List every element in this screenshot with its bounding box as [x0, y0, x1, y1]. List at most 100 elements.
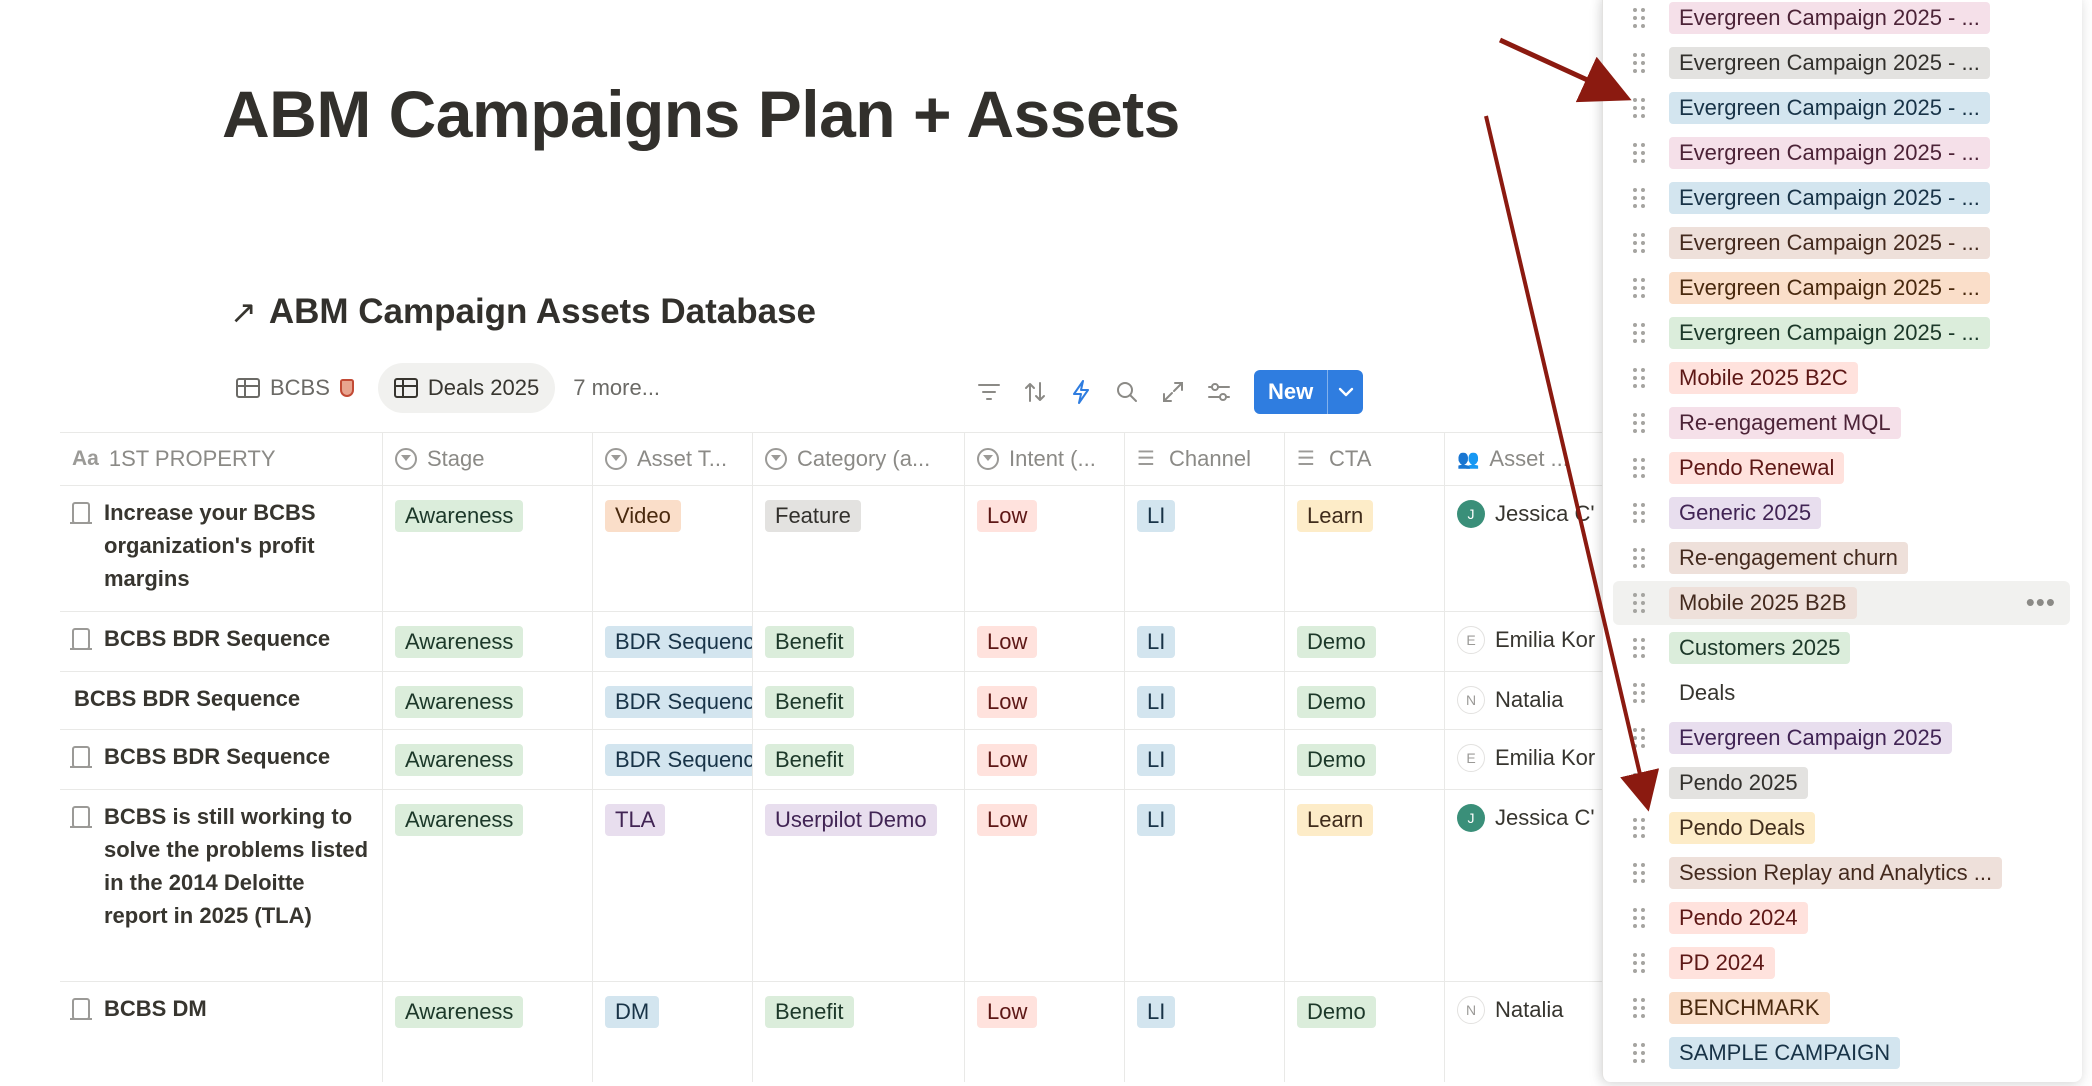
campaign-option[interactable]: Session Replay and Analytics ... — [1613, 851, 2070, 895]
chevron-down-icon[interactable] — [1327, 370, 1363, 414]
column-header-channel[interactable]: ☰ Channel — [1124, 433, 1284, 485]
channel-cell[interactable]: LI — [1124, 672, 1284, 729]
drag-handle-icon[interactable] — [1633, 188, 1645, 208]
drag-handle-icon[interactable] — [1633, 8, 1645, 28]
cta-cell[interactable]: Demo — [1284, 612, 1444, 671]
drag-handle-icon[interactable] — [1633, 143, 1645, 163]
drag-handle-icon[interactable] — [1633, 368, 1645, 388]
drag-handle-icon[interactable] — [1633, 53, 1645, 73]
sort-icon[interactable] — [1018, 375, 1052, 409]
campaign-option[interactable]: Evergreen Campaign 2025 - ... — [1613, 221, 2070, 265]
owner-cell[interactable]: J Jessica C' — [1444, 790, 1620, 981]
campaign-option[interactable]: Evergreen Campaign 2025 - ... — [1613, 86, 2070, 130]
cta-cell[interactable]: Demo — [1284, 730, 1444, 789]
category-cell[interactable]: Benefit — [752, 982, 964, 1082]
table-row[interactable]: Increase your BCBS organization's profit… — [60, 486, 1620, 612]
stage-cell[interactable]: Awareness — [382, 730, 592, 789]
campaign-option[interactable]: Mobile 2025 B2C — [1613, 356, 2070, 400]
stage-cell[interactable]: Awareness — [382, 672, 592, 729]
automation-bolt-icon[interactable] — [1064, 375, 1098, 409]
campaign-option[interactable]: Pendo Renewal — [1613, 446, 2070, 490]
drag-handle-icon[interactable] — [1633, 818, 1645, 838]
column-header-stage[interactable]: Stage — [382, 433, 592, 485]
tab-deals-2025[interactable]: Deals 2025 — [377, 363, 556, 413]
campaign-option[interactable]: Generic 2025 — [1613, 491, 2070, 535]
asset-type-cell[interactable]: BDR Sequence — [592, 730, 752, 789]
campaign-option[interactable]: Evergreen Campaign 2025 - ... — [1613, 131, 2070, 175]
intent-cell[interactable]: Low — [964, 790, 1124, 981]
name-cell[interactable]: BCBS DM — [60, 982, 382, 1082]
asset-type-cell[interactable]: BDR Sequence — [592, 612, 752, 671]
stage-cell[interactable]: Awareness — [382, 790, 592, 981]
category-cell[interactable]: Userpilot Demo — [752, 790, 964, 981]
tab-bcbs[interactable]: BCBS — [220, 363, 370, 413]
table-row[interactable]: BCBS is still working to solve the probl… — [60, 790, 1620, 982]
drag-handle-icon[interactable] — [1633, 953, 1645, 973]
channel-cell[interactable]: LI — [1124, 790, 1284, 981]
campaign-option[interactable]: Evergreen Campaign 2025 - ... — [1613, 41, 2070, 85]
campaign-option[interactable]: Re-engagement churn — [1613, 536, 2070, 580]
intent-cell[interactable]: Low — [964, 730, 1124, 789]
drag-handle-icon[interactable] — [1633, 728, 1645, 748]
category-cell[interactable]: Benefit — [752, 730, 964, 789]
campaign-option[interactable]: Evergreen Campaign 2025 - ... — [1613, 0, 2070, 40]
owner-cell[interactable]: N Natalia — [1444, 672, 1620, 729]
campaign-option[interactable]: SAMPLE CAMPAIGN — [1613, 1031, 2070, 1075]
drag-handle-icon[interactable] — [1633, 323, 1645, 343]
column-header-cta[interactable]: ☰ CTA — [1284, 433, 1444, 485]
table-row[interactable]: BCBS BDR Sequence Awareness BDR Sequence… — [60, 672, 1620, 730]
asset-type-cell[interactable]: Video — [592, 486, 752, 611]
campaign-option[interactable]: Customers 2025 — [1613, 626, 2070, 670]
intent-cell[interactable]: Low — [964, 612, 1124, 671]
campaign-option[interactable]: Deals — [1613, 671, 2070, 715]
campaign-option[interactable]: Evergreen Campaign 2025 - ... — [1613, 176, 2070, 220]
category-cell[interactable]: Benefit — [752, 672, 964, 729]
name-cell[interactable]: BCBS BDR Sequence — [60, 612, 382, 671]
campaign-option[interactable]: PD 2024 — [1613, 941, 2070, 985]
campaign-options-menu[interactable]: Evergreen Campaign 2025 - ... Evergreen C… — [1602, 0, 2082, 1082]
stage-cell[interactable]: Awareness — [382, 486, 592, 611]
category-cell[interactable]: Feature — [752, 486, 964, 611]
column-header-name[interactable]: Aa 1ST PROPERTY — [60, 433, 382, 485]
channel-cell[interactable]: LI — [1124, 982, 1284, 1082]
campaign-option[interactable]: Pendo 2025 — [1613, 761, 2070, 805]
campaign-option[interactable]: Evergreen Campaign 2025 — [1613, 716, 2070, 760]
channel-cell[interactable]: LI — [1124, 612, 1284, 671]
stage-cell[interactable]: Awareness — [382, 982, 592, 1082]
owner-cell[interactable]: J Jessica C' — [1444, 486, 1620, 611]
asset-type-cell[interactable]: DM — [592, 982, 752, 1082]
owner-cell[interactable]: E Emilia Kor — [1444, 612, 1620, 671]
name-cell[interactable]: BCBS is still working to solve the probl… — [60, 790, 382, 981]
drag-handle-icon[interactable] — [1633, 638, 1645, 658]
settings-sliders-icon[interactable] — [1202, 375, 1236, 409]
campaign-option[interactable]: Mobile 2025 B2B ••• — [1613, 581, 2070, 625]
drag-handle-icon[interactable] — [1633, 863, 1645, 883]
drag-handle-icon[interactable] — [1633, 908, 1645, 928]
intent-cell[interactable]: Low — [964, 672, 1124, 729]
column-header-asset-owner[interactable]: 👥 Asset ... — [1444, 433, 1620, 485]
filter-icon[interactable] — [972, 375, 1006, 409]
drag-handle-icon[interactable] — [1633, 1043, 1645, 1063]
campaign-option[interactable]: Evergreen Campaign 2025 - ... — [1613, 311, 2070, 355]
drag-handle-icon[interactable] — [1633, 278, 1645, 298]
cta-cell[interactable]: Demo — [1284, 672, 1444, 729]
intent-cell[interactable]: Low — [964, 982, 1124, 1082]
campaign-option[interactable]: BENCHMARK — [1613, 986, 2070, 1030]
drag-handle-icon[interactable] — [1633, 773, 1645, 793]
drag-handle-icon[interactable] — [1633, 98, 1645, 118]
table-row[interactable]: BCBS DM Awareness DM Benefit Low LI Demo… — [60, 982, 1620, 1082]
drag-handle-icon[interactable] — [1633, 233, 1645, 253]
cta-cell[interactable]: Learn — [1284, 486, 1444, 611]
table-row[interactable]: BCBS BDR Sequence Awareness BDR Sequence… — [60, 730, 1620, 790]
name-cell[interactable]: BCBS BDR Sequence — [60, 730, 382, 789]
stage-cell[interactable]: Awareness — [382, 612, 592, 671]
name-cell[interactable]: Increase your BCBS organization's profit… — [60, 486, 382, 611]
cta-cell[interactable]: Learn — [1284, 790, 1444, 981]
search-icon[interactable] — [1110, 375, 1144, 409]
new-button[interactable]: New — [1254, 370, 1364, 414]
drag-handle-icon[interactable] — [1633, 683, 1645, 703]
asset-type-cell[interactable]: TLA — [592, 790, 752, 981]
drag-handle-icon[interactable] — [1633, 998, 1645, 1018]
drag-handle-icon[interactable] — [1633, 458, 1645, 478]
name-cell[interactable]: BCBS BDR Sequence — [60, 672, 382, 729]
